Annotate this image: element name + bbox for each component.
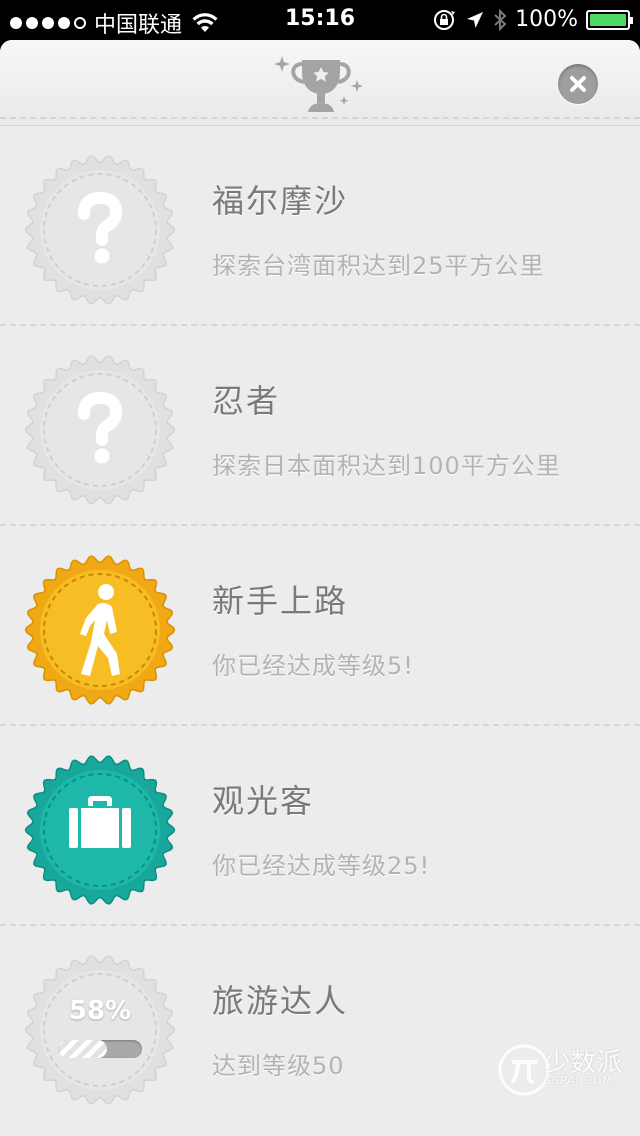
achievement-badge-beginner [24,554,176,706]
achievement-title: 新手上路 [212,582,349,620]
trophy-icon [274,56,363,112]
battery-icon [586,9,633,30]
status-bar: 中国联通 15:16 100% [0,0,640,40]
achievement-badge-locked [24,354,176,506]
sheet-header [0,40,640,126]
achievement-title: 观光客 [212,782,315,820]
battery-fill [590,13,626,26]
status-right: 100% [433,7,633,32]
achievement-title: 忍者 [212,382,281,420]
battery-percentage: 100% [515,7,578,32]
bluetooth-icon [494,8,507,31]
achievement-item[interactable]: 观光客 你已经达成等级25! [0,726,640,926]
close-button[interactable] [558,64,598,104]
achievement-description: 你已经达成等级5! [212,652,414,680]
achievement-description: 达到等级50 [212,1052,345,1080]
achievement-item[interactable]: 福尔摩沙 探索台湾面积达到25平方公里 [0,126,640,326]
watermark-subtext: SSPAI.COM [544,1074,613,1087]
achievement-description: 你已经达成等级25! [212,852,431,880]
achievement-badge-locked [24,154,176,306]
achievement-description: 探索日本面积达到100平方公里 [212,452,561,480]
rotation-lock-icon [434,9,456,30]
location-arrow-icon [467,11,484,28]
achievement-item[interactable]: 忍者 探索日本面积达到100平方公里 [0,326,640,526]
close-icon [570,76,586,92]
achievements-sheet: 福尔摩沙 探索台湾面积达到25平方公里 忍者 探索日本面积达到100平方公里 新… [0,40,640,1136]
progress-bar [58,1040,142,1058]
progress-fill [58,1040,107,1058]
progress-indicator: 58% [24,954,176,1106]
achievement-badge-tourist [24,754,176,906]
screen: 中国联通 15:16 100% 福尔摩沙 探索台湾面积达到25平方公里 忍者 探… [0,0,640,1136]
progress-percent: 58% [68,996,132,1026]
achievement-item[interactable]: 新手上路 你已经达成等级5! [0,526,640,726]
achievement-badge-progress: 58% [24,954,176,1106]
achievement-list: 福尔摩沙 探索台湾面积达到25平方公里 忍者 探索日本面积达到100平方公里 新… [0,126,640,1126]
achievement-title: 福尔摩沙 [212,182,349,220]
achievement-title: 旅游达人 [212,982,349,1020]
achievement-description: 探索台湾面积达到25平方公里 [212,252,545,280]
